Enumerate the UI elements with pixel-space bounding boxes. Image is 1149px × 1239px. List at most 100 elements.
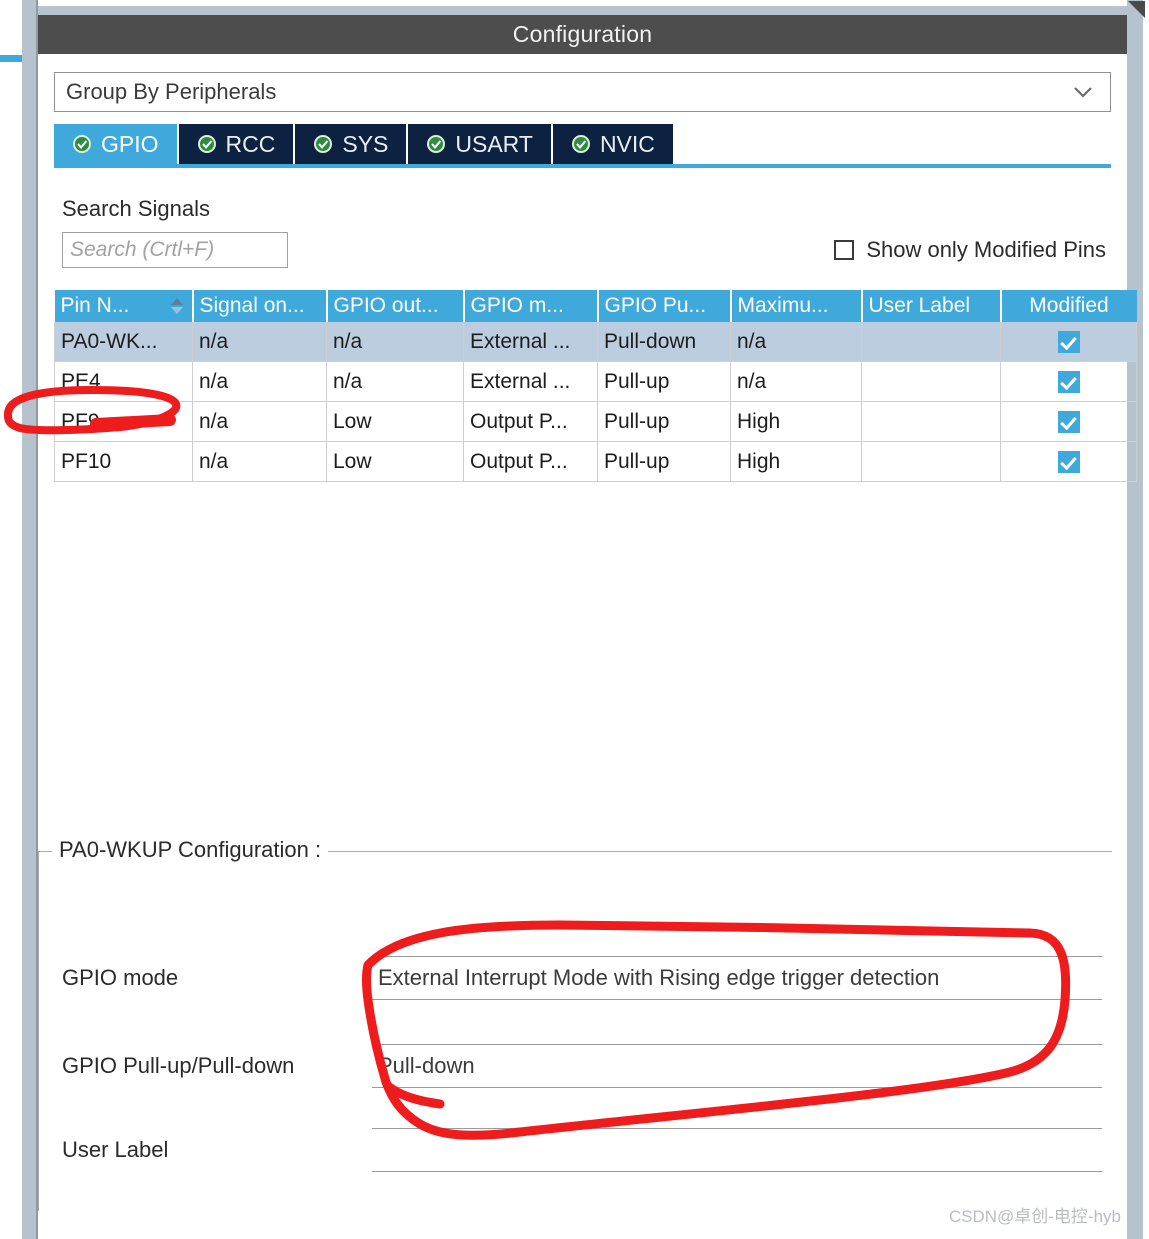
field-user-label-input[interactable]: [372, 1128, 1102, 1172]
cell-maximum: n/a: [730, 322, 862, 362]
cell-gpio-mode: Output P...: [463, 441, 598, 482]
cell-modified: [1000, 441, 1137, 482]
tab-usart[interactable]: USART: [408, 124, 553, 164]
panel-title-bar: Configuration: [38, 15, 1127, 54]
cell-signal-on: n/a: [192, 322, 327, 362]
col-header-gpio-mode[interactable]: GPIO m...: [463, 290, 599, 322]
field-gpio-pull-value: Pull-down: [378, 1053, 475, 1078]
col-header-maximum[interactable]: Maximu...: [730, 290, 863, 322]
panel-body: Group By Peripherals GPIO RCC SYS USART …: [38, 72, 1137, 482]
cell-modified: [1000, 401, 1137, 442]
col-header-gpio-pull[interactable]: GPIO Pu...: [597, 290, 732, 322]
cell-user-label: [861, 322, 1001, 362]
show-modified-pins-label: Show only Modified Pins: [866, 237, 1106, 262]
chevron-down-icon: [1074, 87, 1092, 98]
modified-checkbox-checked-icon: [1057, 370, 1080, 393]
col-header-modified[interactable]: Modified: [1000, 290, 1137, 322]
field-gpio-pull-input[interactable]: Pull-down: [372, 1044, 1102, 1088]
top-gutter-white: [38, 0, 1127, 6]
cell-signal-on: n/a: [192, 401, 327, 442]
field-gpio-mode[interactable]: GPIO mode External Interrupt Mode with R…: [62, 955, 1102, 1001]
col-header-signal-on[interactable]: Signal on...: [192, 290, 328, 322]
tab-rcc-label: RCC: [225, 130, 276, 157]
table-row[interactable]: PF10 n/a Low Output P... Pull-up High: [54, 441, 1137, 482]
search-input[interactable]: Search (Crtl+F): [62, 232, 288, 268]
checkbox-box[interactable]: [834, 240, 855, 260]
cell-gpio-mode: Output P...: [463, 401, 598, 442]
group-by-combobox[interactable]: Group By Peripherals: [54, 72, 1111, 112]
modified-checkbox-checked-icon: [1057, 410, 1080, 433]
cell-pin: PA0-WK...: [54, 322, 193, 362]
check-circle-icon: [73, 135, 91, 153]
cell-maximum: High: [730, 401, 862, 442]
cell-gpio-pull: Pull-up: [597, 361, 731, 402]
cell-gpio-pull: Pull-down: [597, 322, 731, 362]
left-accent-tick: [0, 55, 22, 62]
tab-sys[interactable]: SYS: [295, 124, 409, 164]
table-row[interactable]: PF9 n/a Low Output P... Pull-up High: [54, 401, 1137, 442]
search-row: Search (Crtl+F) Show only Modified Pins: [54, 232, 1111, 268]
cell-gpio-pull: Pull-up: [597, 441, 731, 482]
field-gpio-pull[interactable]: GPIO Pull-up/Pull-down Pull-down: [62, 1043, 1102, 1089]
field-gpio-mode-input[interactable]: External Interrupt Mode with Rising edge…: [372, 956, 1102, 1000]
tab-nvic-label: NVIC: [599, 130, 655, 157]
cell-signal-on: n/a: [192, 361, 327, 402]
cell-gpio-output: n/a: [326, 361, 464, 402]
tab-usart-label: USART: [455, 130, 533, 157]
cell-signal-on: n/a: [192, 441, 327, 482]
cell-pin: PE4: [54, 361, 193, 402]
col-header-pin-name-label: Pin N...: [60, 294, 130, 317]
cell-gpio-output: Low: [326, 441, 464, 482]
tab-nvic[interactable]: NVIC: [552, 124, 675, 164]
cell-pin: PF9: [54, 401, 193, 442]
tab-rcc[interactable]: RCC: [178, 124, 296, 164]
left-scroll-track[interactable]: [22, 0, 36, 1239]
scroll-up-arrow-icon[interactable]: [1127, 0, 1147, 20]
cell-maximum: High: [730, 441, 862, 482]
table-row[interactable]: PA0-WK... n/a n/a External ... Pull-down…: [54, 322, 1137, 362]
tab-sys-label: SYS: [342, 130, 389, 157]
cell-gpio-output: Low: [326, 401, 464, 442]
modified-checkbox-checked-icon: [1057, 330, 1080, 353]
cell-gpio-output: n/a: [326, 322, 464, 362]
cell-user-label: [861, 441, 1001, 482]
check-circle-icon: [197, 135, 216, 153]
group-by-value: Group By Peripherals: [66, 79, 277, 104]
field-user-label[interactable]: User Label: [62, 1127, 1102, 1173]
show-modified-pins-checkbox[interactable]: Show only Modified Pins: [834, 237, 1106, 263]
watermark: CSDN@卓创-电控-hyb: [948, 1207, 1121, 1226]
modified-checkbox-checked-icon: [1057, 450, 1080, 473]
table-row[interactable]: PE4 n/a n/a External ... Pull-up n/a: [54, 361, 1137, 402]
field-gpio-mode-label: GPIO mode: [62, 965, 179, 990]
peripheral-tabs[interactable]: GPIO RCC SYS USART NVIC: [54, 124, 1111, 164]
tabs-underline: [54, 164, 1111, 168]
pin-configuration-group: PA0-WKUP Configuration : GPIO mode Exter…: [38, 837, 1112, 1211]
field-user-label-label: User Label: [62, 1137, 169, 1162]
vertical-scrollbar[interactable]: [1127, 0, 1149, 1239]
cell-gpio-mode: External ...: [463, 322, 598, 362]
field-gpio-pull-label: GPIO Pull-up/Pull-down: [62, 1053, 295, 1078]
cell-modified: [1000, 361, 1137, 402]
page-title: Configuration: [512, 21, 653, 47]
sort-ascending-icon[interactable]: [170, 297, 184, 315]
tab-gpio-label: GPIO: [101, 130, 159, 157]
tab-gpio[interactable]: GPIO: [54, 124, 179, 164]
col-header-gpio-output[interactable]: GPIO out...: [326, 290, 465, 322]
col-header-user-label[interactable]: User Label: [861, 290, 1002, 322]
search-signals-label: Search Signals: [62, 196, 210, 221]
left-gutter: [0, 0, 22, 1239]
cell-gpio-mode: External ...: [463, 361, 598, 402]
search-placeholder: Search (Crtl+F): [70, 238, 215, 261]
vertical-scrollbar-gap: [1143, 0, 1149, 1239]
check-circle-icon: [571, 135, 590, 153]
check-circle-icon: [427, 135, 446, 153]
col-header-pin-name[interactable]: Pin N...: [54, 290, 194, 322]
table-header-row: Pin N... Signal on... GPIO out... GPIO m…: [54, 290, 1137, 322]
screenshot-root: Configuration Group By Peripherals GPIO …: [0, 0, 1149, 1239]
check-circle-icon: [314, 135, 333, 153]
cell-pin: PF10: [54, 441, 193, 482]
pin-table[interactable]: Pin N... Signal on... GPIO out... GPIO m…: [54, 290, 1137, 482]
cell-user-label: [861, 361, 1001, 402]
cell-gpio-pull: Pull-up: [597, 401, 731, 442]
cell-user-label: [861, 401, 1001, 442]
